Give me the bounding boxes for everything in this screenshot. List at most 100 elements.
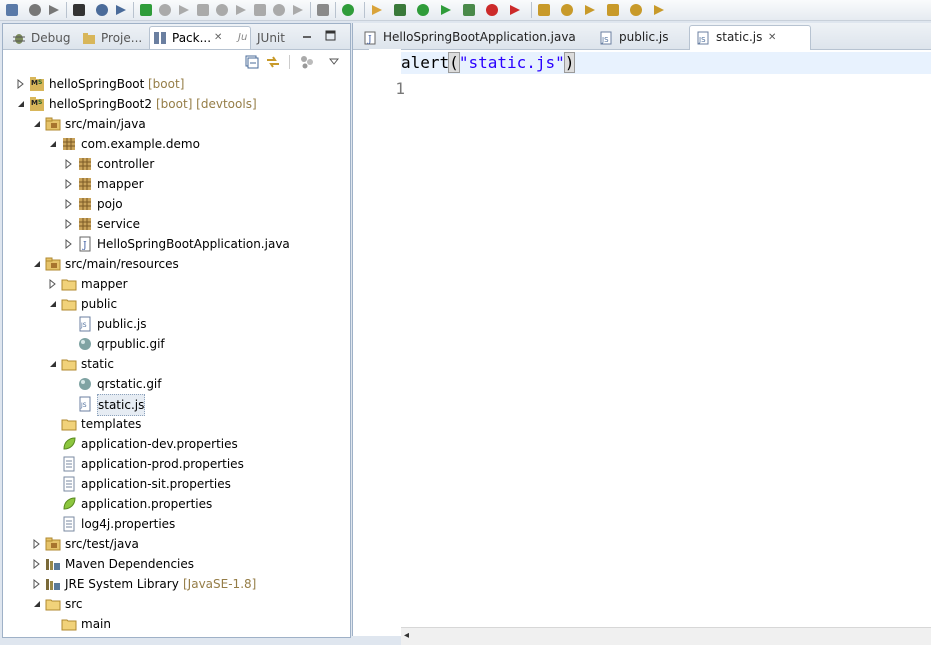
view-toolbar (3, 50, 350, 74)
expanded-twisty-icon[interactable] (16, 99, 26, 109)
tree-item[interactable]: mapper (3, 174, 350, 194)
tree-item[interactable]: M ShelloSpringBoot2 [boot] [devtools] (3, 94, 350, 114)
expanded-twisty-icon[interactable] (32, 259, 42, 269)
close-icon[interactable]: ✕ (214, 27, 222, 49)
editor-tab-hellospringbootapplication[interactable]: J HelloSpringBootApplication.java (357, 26, 576, 49)
collapse-all-icon[interactable] (244, 54, 260, 70)
tree-item[interactable]: application-dev.properties (3, 434, 350, 454)
tree-item[interactable]: static (3, 354, 350, 374)
code-text[interactable]: alert("static.js") (401, 52, 576, 73)
expanded-twisty-icon[interactable] (32, 599, 42, 609)
use-step-filters-icon[interactable] (290, 2, 306, 18)
run-last-tool-icon[interactable] (461, 2, 477, 18)
tab-project-explorer[interactable]: Proje... (79, 27, 142, 49)
disconnect-icon[interactable] (195, 2, 211, 18)
tree-item[interactable]: templates (3, 414, 350, 434)
previous-annotation-icon[interactable] (651, 2, 667, 18)
editor-tab-public-js[interactable]: JS public.js (593, 26, 669, 49)
horizontal-scrollbar[interactable]: ◂ (401, 627, 931, 645)
tree-item[interactable]: application.properties (3, 494, 350, 514)
tree-item[interactable]: application-sit.properties (3, 474, 350, 494)
expanded-twisty-icon[interactable] (48, 139, 58, 149)
spring-boot-dashboard-icon[interactable] (340, 2, 356, 18)
tree-item[interactable]: qrstatic.gif (3, 374, 350, 394)
run-debug-profile-icon[interactable] (71, 2, 87, 18)
collapsed-twisty-icon[interactable] (32, 559, 42, 569)
open-resource-icon[interactable] (559, 2, 575, 18)
tree-item[interactable]: M ShelloSpringBoot [boot] (3, 74, 350, 94)
run-coverage-icon[interactable] (438, 2, 454, 18)
expanded-twisty-icon[interactable] (48, 299, 58, 309)
next-annotation-icon[interactable] (628, 2, 644, 18)
eclipse-marketplace-icon[interactable] (369, 2, 385, 18)
console-icon[interactable] (94, 2, 110, 18)
minimize-icon[interactable] (302, 32, 312, 42)
step-over-icon[interactable] (233, 2, 249, 18)
link-with-editor-icon[interactable] (265, 54, 281, 70)
folder-icon (61, 619, 77, 631)
toolbar-separator (531, 2, 532, 18)
collapsed-twisty-icon[interactable] (64, 179, 74, 189)
save-icon[interactable] (27, 2, 43, 18)
new-wizard-icon[interactable] (4, 2, 20, 18)
tree-item[interactable]: src/test/java (3, 534, 350, 554)
open-type-icon[interactable] (536, 2, 552, 18)
collapsed-twisty-icon[interactable] (32, 579, 42, 589)
toolbar-separator (66, 2, 67, 18)
terminate-icon[interactable] (176, 2, 192, 18)
tree-item[interactable]: JS public.js (3, 314, 350, 334)
save-all-icon[interactable] (46, 2, 62, 18)
collapsed-twisty-icon[interactable] (64, 239, 74, 249)
editor-tab-bar: J HelloSpringBootApplication.java JS pub… (353, 23, 931, 50)
tree-item[interactable]: JS static.js (3, 394, 350, 416)
tree-item[interactable]: src (3, 594, 350, 614)
editor-tab-static-js[interactable]: JS static.js ✕ (689, 25, 811, 50)
expanded-twisty-icon[interactable] (48, 359, 58, 369)
run-icon[interactable] (415, 2, 431, 18)
tree-item[interactable]: JRE System Library [JavaSE-1.8] (3, 574, 350, 594)
tree-item[interactable]: src/main/resources (3, 254, 350, 274)
open-folder-icon[interactable] (605, 2, 621, 18)
tree-item[interactable]: com.example.demo (3, 134, 350, 154)
tree-item[interactable]: application-prod.properties (3, 454, 350, 474)
coverage-icon[interactable] (315, 2, 331, 18)
view-menu-icon[interactable] (329, 58, 339, 66)
collapsed-twisty-icon[interactable] (64, 159, 74, 169)
collapsed-twisty-icon[interactable] (48, 279, 58, 289)
search-icon[interactable] (582, 2, 598, 18)
resume-icon[interactable] (138, 2, 154, 18)
tree-item[interactable]: main (3, 614, 350, 634)
tree-item[interactable]: src/main/java (3, 114, 350, 134)
drop-to-frame-icon[interactable] (271, 2, 287, 18)
collapsed-twisty-icon[interactable] (16, 79, 26, 89)
expanded-twisty-icon[interactable] (32, 119, 42, 129)
tree-item[interactable]: service (3, 214, 350, 234)
collapsed-twisty-icon[interactable] (64, 219, 74, 229)
terminate-all-icon[interactable] (484, 2, 500, 18)
tree-item[interactable]: log4j.properties (3, 514, 350, 534)
tab-junit[interactable]: Ju JUnit (235, 27, 285, 49)
collapsed-twisty-icon[interactable] (64, 199, 74, 209)
tree-item[interactable]: qrpublic.gif (3, 334, 350, 354)
maximize-icon[interactable] (325, 30, 336, 41)
collapsed-twisty-icon[interactable] (32, 539, 42, 549)
tree-item[interactable]: Maven Dependencies (3, 554, 350, 574)
pin-icon[interactable] (113, 2, 129, 18)
step-return-icon[interactable] (252, 2, 268, 18)
focus-icon[interactable] (299, 54, 315, 70)
suspend-icon[interactable] (157, 2, 173, 18)
js-file-icon: JS (697, 31, 709, 45)
relaunch-icon[interactable] (507, 2, 523, 18)
tab-debug[interactable]: Debug (9, 27, 70, 49)
step-into-icon[interactable] (214, 2, 230, 18)
folder-icon (45, 599, 61, 611)
tree-item-label: src/main/resources (65, 257, 179, 271)
package-explorer-panel: Debug Proje... Pack... ✕ Ju JUnit M Shell… (2, 23, 351, 638)
tree-item[interactable]: public (3, 294, 350, 314)
tree-item[interactable]: controller (3, 154, 350, 174)
tree-item[interactable]: mapper (3, 274, 350, 294)
debug-icon[interactable] (392, 2, 408, 18)
tree-item[interactable]: J HelloSpringBootApplication.java (3, 234, 350, 254)
tree-item[interactable]: pojo (3, 194, 350, 214)
close-icon[interactable]: ✕ (768, 26, 776, 49)
